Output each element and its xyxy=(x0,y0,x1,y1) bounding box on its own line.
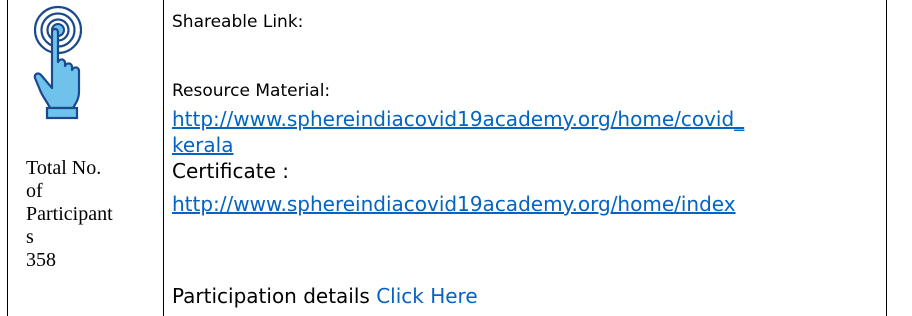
participation-row: Participation details Click Here xyxy=(172,283,478,309)
resource-link-line1[interactable]: http://www.sphereindiacovid19academy.org… xyxy=(172,107,744,131)
participation-label: Participation details xyxy=(172,284,377,308)
resource-link-cont[interactable]: kerala xyxy=(172,132,233,158)
resource-link-line2[interactable]: kerala xyxy=(172,133,233,157)
shareable-link-label: Shareable Link: xyxy=(172,12,304,32)
table-left-border xyxy=(7,0,8,316)
touch-tap-icon xyxy=(33,5,83,120)
click-here-link[interactable]: Click Here xyxy=(376,284,477,308)
table-column-divider xyxy=(163,0,164,316)
certificate-label: Certificate : xyxy=(172,159,289,183)
resource-material-label: Resource Material: xyxy=(172,81,331,101)
resource-link[interactable]: http://www.sphereindiacovid19academy.org… xyxy=(172,106,744,132)
certificate-link-row[interactable]: http://www.sphereindiacovid19academy.org… xyxy=(172,191,736,217)
participants-count: 358 xyxy=(26,249,56,271)
participants-cell: Total No. of Participant s 358 xyxy=(26,157,154,272)
certificate-link[interactable]: http://www.sphereindiacovid19academy.org… xyxy=(172,192,736,216)
table-right-border xyxy=(886,0,887,316)
participants-line: Participant xyxy=(26,203,113,225)
participants-line: s xyxy=(26,226,34,248)
participants-line: of xyxy=(26,180,43,202)
participants-line: Total No. xyxy=(26,157,102,179)
